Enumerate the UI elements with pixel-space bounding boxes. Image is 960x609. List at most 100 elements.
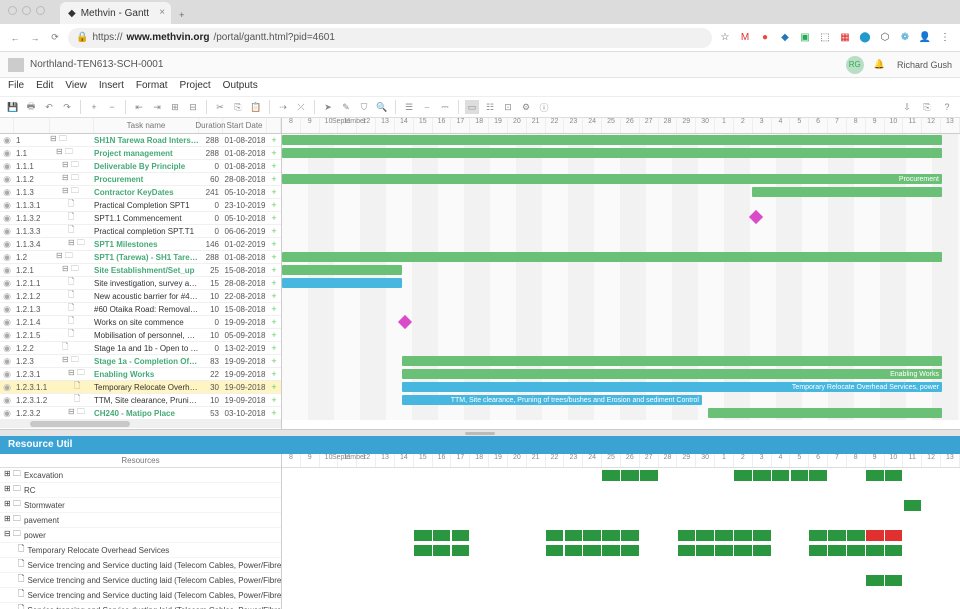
resource-row[interactable]: ⊞ 🗀 Stormwater [0,498,281,513]
tree-toggle[interactable]: ⊟ 🗀 [50,159,94,173]
help-icon[interactable]: ? [940,100,954,114]
util-cell[interactable] [828,530,846,541]
task-row[interactable]: ◉ 1.2.1.2 🗋 New acoustic barrier for #40… [0,290,281,303]
collapse-icon[interactable]: ⊟ [186,100,200,114]
gantt-bar[interactable] [708,408,942,418]
resource-row[interactable]: ⊞ 🗀 RC [0,483,281,498]
menu-outputs[interactable]: Outputs [223,80,258,94]
tree-toggle[interactable]: ⊟ 🗀 [50,146,94,160]
visibility-icon[interactable]: ◉ [0,265,14,276]
visibility-icon[interactable]: ◉ [0,278,14,289]
outdent-icon[interactable]: ⇤ [132,100,146,114]
grid-h-scrollbar[interactable] [0,420,281,428]
col-start[interactable]: Start Date [223,118,267,133]
notification-icon[interactable]: 🔔 [874,59,885,70]
util-cell[interactable] [866,530,884,541]
gantt-bar[interactable] [402,356,942,366]
util-cell[interactable] [885,545,903,556]
util-cell[interactable] [885,575,903,586]
util-cell[interactable] [583,545,601,556]
task-row[interactable]: ◉ 1.2.3.1 ⊟ 🗀 Enabling Works 22 19-09-20… [0,368,281,381]
util-cell[interactable] [734,530,752,541]
util-cell[interactable] [828,545,846,556]
ext-icon-4[interactable]: ⬚ [818,31,832,45]
task-row[interactable]: ◉ 1.2.2 🗋 Stage 1a and 1b - Open to Traf… [0,342,281,355]
menu-view[interactable]: View [65,80,87,94]
resource-row[interactable]: ⊞ 🗀 Excavation [0,468,281,483]
ext-icon-6[interactable]: ⬤ [858,31,872,45]
redo-icon[interactable]: ↷ [60,100,74,114]
resource-row[interactable]: ⊟ 🗀 power [0,528,281,543]
gantt-bar[interactable]: Temporary Relocate Overhead Services, po… [402,382,942,392]
util-cell[interactable] [452,545,470,556]
util-cell[interactable] [678,530,696,541]
gantt-bar[interactable] [752,187,942,197]
task-row[interactable]: ◉ 1.2.3.2 ⊟ 🗀 CH240 - Matipo Place 53 03… [0,407,281,420]
add-subtask-icon[interactable]: + [267,213,281,223]
ext-icon-8[interactable]: ❁ [898,31,912,45]
visibility-icon[interactable]: ◉ [0,239,14,250]
view-list-icon[interactable]: ☰ [402,100,416,114]
util-cell[interactable] [696,545,714,556]
reload-button[interactable]: ⟳ [48,31,62,45]
util-cell[interactable] [753,470,771,481]
task-row[interactable]: ◉ 1.1.3.4 ⊟ 🗀 SPT1 Milestones 146 01-02-… [0,238,281,251]
menu-file[interactable]: File [8,80,24,94]
gantt-bar[interactable] [282,278,402,288]
task-row[interactable]: ◉ 1.2.3 ⊟ 🗀 Stage 1a - Completion Of Wes… [0,355,281,368]
util-cell[interactable] [772,470,790,481]
resource-row[interactable]: 🗋 Service trencing and Service ducting l… [0,588,281,603]
tree-toggle[interactable]: ⊟ 🗀 [50,250,94,264]
util-cell[interactable] [696,530,714,541]
link-icon[interactable]: ⇢ [276,100,290,114]
browser-tab[interactable]: ◆ Methvin - Gantt × [60,2,171,24]
resources-icon[interactable]: ⊡ [501,100,515,114]
ext-icon-1[interactable]: ● [758,31,772,45]
task-row[interactable]: ◉ 1.2.1 ⊟ 🗀 Site Establishment/Set_up 25… [0,264,281,277]
user-avatar[interactable]: RG [846,56,864,74]
gantt-bar[interactable]: TTM, Site clearance, Pruning of trees/bu… [402,395,702,405]
tree-toggle[interactable]: 🗋 [50,289,94,303]
profile-icon[interactable]: 👤 [918,31,932,45]
util-cell[interactable] [866,545,884,556]
util-cell[interactable] [565,545,583,556]
visibility-icon[interactable]: ◉ [0,226,14,237]
util-cell[interactable] [753,530,771,541]
copy-icon[interactable]: ⎘ [231,100,245,114]
user-name[interactable]: Richard Gush [897,60,952,70]
task-row[interactable]: ◉ 1.2.1.3 🗋 #60 Otaika Road: Removal of … [0,303,281,316]
pointer-icon[interactable]: ➤ [321,100,335,114]
resource-row[interactable]: 🗋 Service trencing and Service ducting l… [0,603,281,609]
util-cell[interactable] [809,545,827,556]
edit-icon[interactable]: ✎ [339,100,353,114]
util-cell[interactable] [621,545,639,556]
task-row[interactable]: ◉ 1.2.3.1.2 🗋 TTM, Site clearance, Pruni… [0,394,281,407]
util-cell[interactable] [546,545,564,556]
tree-toggle[interactable]: ⊟ 🗀 [50,367,94,381]
tree-toggle[interactable]: 🗋 [50,315,94,329]
search-icon[interactable]: 🔍 [375,100,389,114]
util-cell[interactable] [866,575,884,586]
col-duration[interactable]: Duration [199,118,223,133]
window-controls[interactable] [8,6,45,15]
util-cell[interactable] [885,470,903,481]
tree-toggle[interactable]: 🗋 [50,341,94,355]
add-subtask-icon[interactable]: + [267,265,281,275]
resource-row[interactable]: 🗋 Service trencing and Service ducting l… [0,558,281,573]
util-cell[interactable] [452,530,470,541]
resource-row[interactable]: ⊞ 🗀 pavement [0,513,281,528]
util-cell[interactable] [809,530,827,541]
add-subtask-icon[interactable]: + [267,187,281,197]
forward-button[interactable]: → [28,31,42,45]
tree-toggle[interactable]: ⊟ 🗀 [50,185,94,199]
task-row[interactable]: ◉ 1.2 ⊟ 🗀 SPT1 (Tarewa) - SH1 Tarewa Roa… [0,251,281,264]
milestone-diamond[interactable] [398,315,412,329]
task-row[interactable]: ◉ 1.1.3 ⊟ 🗀 Contractor KeyDates 241 05-1… [0,186,281,199]
add-subtask-icon[interactable]: + [267,174,281,184]
tree-toggle[interactable]: 🗋 [50,224,94,238]
util-cell[interactable] [640,470,658,481]
tree-toggle[interactable]: 🗋 [50,302,94,316]
cut-icon[interactable]: ✂ [213,100,227,114]
resource-grid[interactable]: September8910111213141516171819202122232… [282,454,960,609]
expand-icon[interactable]: ⊞ [168,100,182,114]
